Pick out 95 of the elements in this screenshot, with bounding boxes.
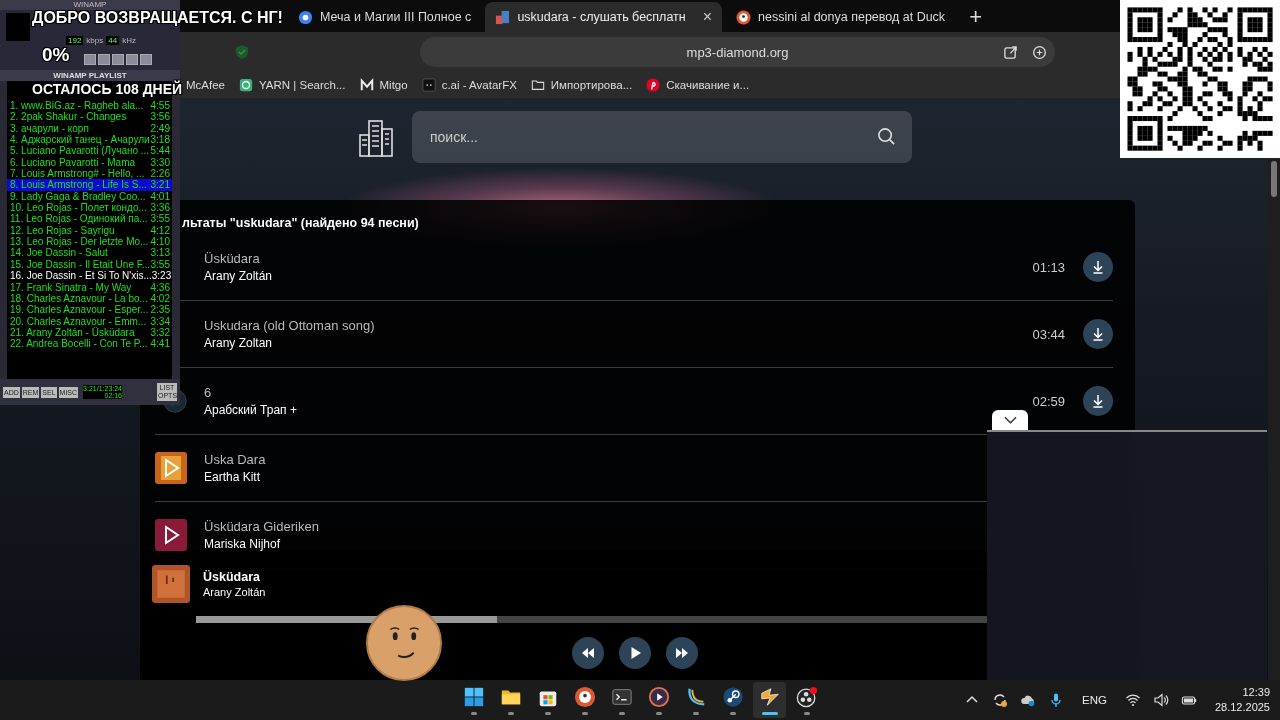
rewind-button[interactable]: [572, 637, 604, 669]
bookmark[interactable]: c.ai - AvatarFX: [421, 78, 517, 92]
playlist-item[interactable]: 22. Andrea Bocelli - Con Te P... 4:41: [7, 338, 172, 350]
playlist-item[interactable]: 4. Аджарский танец - Ачарули3:18: [7, 134, 172, 146]
playlist-title: WINAMP PLAYLIST: [0, 70, 180, 81]
playlist-item[interactable]: 18. Charles Aznavour - La bo... 4:02: [7, 292, 172, 305]
bookmark[interactable]: Mitgo: [359, 78, 408, 92]
letter-p-icon: [646, 78, 661, 92]
clock-date[interactable]: 28.12.2025: [1214, 700, 1270, 715]
chevron-down-icon: [1003, 416, 1017, 424]
track-artist: Arany Zoltán: [203, 586, 266, 598]
clock-time[interactable]: 12:39: [1242, 685, 1270, 700]
browser-tab[interactable]: uskudara - слушать бесплатн ×: [485, 2, 723, 32]
song-artist: Arany Zoltán: [204, 269, 273, 283]
results-heading: льтаты "uskudara" (найдено 94 песни): [182, 216, 419, 230]
wifi-icon[interactable]: [1124, 692, 1141, 708]
lightning-icon: [758, 685, 781, 708]
cover-art: [152, 565, 190, 603]
playlist-item[interactable]: 10. Leo Rojas - Полет кондо... 3:36: [7, 202, 172, 214]
playlist-item[interactable]: 7. Louis Armstrong# - Hello, ... 2:26: [7, 168, 172, 180]
bitrate-value: 192: [66, 36, 84, 45]
new-tab-button[interactable]: +: [969, 6, 982, 28]
song-title[interactable]: Üsküdara Gideriken: [204, 519, 319, 534]
dark-square-icon: [421, 78, 436, 92]
playlist-item[interactable]: 17. Frank Sinatra - My Way 4:36: [7, 281, 172, 293]
playlist-item[interactable]: 16. Joe Dassin - Et Si To N'xis...3:23: [7, 270, 172, 282]
folder-icon: [530, 78, 545, 92]
download-icon[interactable]: [1083, 386, 1113, 416]
cover-art[interactable]: [155, 519, 187, 551]
microphone-icon[interactable]: [1048, 692, 1064, 708]
visualizer-display: [6, 13, 30, 41]
language-indicator[interactable]: ENG: [1082, 694, 1107, 706]
greeting-overlay: ДОБРО ВОЗВРАЩАЕТСЯ. С НГ!: [32, 9, 283, 27]
song-title[interactable]: Üsküdara: [204, 251, 273, 266]
playlist-item[interactable]: 14. Joe Dassin - Salut 3:13: [7, 247, 172, 259]
playlist-item[interactable]: 21. Arany Zoltán - Üsküdara 3:32: [7, 326, 172, 339]
taskbar-app[interactable]: [753, 682, 786, 718]
playlist-item[interactable]: 5. Luciano Pavarotti (Лучано ...5:44: [7, 145, 172, 157]
window-title: WINAMP: [0, 0, 180, 10]
bitrate-unit: kbps: [86, 36, 104, 45]
playlist-item[interactable]: 15. Joe Dassin - Il Etait Une F...3:55: [7, 258, 172, 271]
play-button[interactable]: [619, 637, 651, 669]
playlist-item[interactable]: 11. Leo Rojas - Одинокий па... 3:55: [7, 213, 172, 225]
sample-rate-unit: kHz: [122, 36, 136, 45]
song-title[interactable]: Uska Dara: [204, 452, 266, 467]
browser-tab[interactable]: nessini al donya перевод at Duck: [726, 2, 956, 32]
bookmark[interactable]: YARN | Search...: [239, 78, 346, 92]
volume-icon[interactable]: [1152, 692, 1169, 708]
fast-forward-button[interactable]: [666, 637, 698, 669]
song-artist: Eartha Kitt: [204, 470, 262, 484]
buildings-logo-icon[interactable]: [358, 117, 394, 157]
shield-icon[interactable]: [234, 44, 250, 60]
song-title[interactable]: 6: [204, 385, 297, 400]
progress-bar[interactable]: [196, 616, 987, 623]
record-circle-icon: [795, 685, 818, 708]
percent-overlay: 0%: [42, 44, 70, 66]
song-artist: Arany Zoltan: [204, 336, 274, 350]
search-icon[interactable]: [877, 127, 896, 146]
collapse-tab[interactable]: [992, 410, 1028, 430]
track-title: Üsküdara: [203, 570, 261, 584]
play-circle-icon: [647, 685, 670, 708]
playlist-item[interactable]: 12. Leo Rojas - Sayrigu 4:12: [7, 224, 172, 237]
playlist-item[interactable]: 9. Lady Gaga & Bradley Coo... 4:01: [7, 190, 172, 203]
share-icon[interactable]: [1003, 44, 1018, 60]
letter-m-icon: [359, 78, 374, 92]
song-artist: Mariska Nijhof: [204, 537, 282, 551]
windows-logo-icon: [462, 685, 485, 708]
sample-rate-value: 44: [106, 36, 120, 45]
cover-art[interactable]: [155, 452, 187, 484]
bookmark[interactable]: Импортирова...: [530, 78, 633, 92]
close-tab-button[interactable]: ×: [702, 8, 713, 26]
playlist-item[interactable]: 19. Charles Aznavour - Esper... 2:35: [7, 304, 172, 316]
song-artist: Арабский Трап +: [204, 403, 297, 417]
browser-tab[interactable]: Меча и Магии III Полное с: [288, 2, 482, 32]
playlist-item[interactable]: 6. Luciano Pavarotti - Mama 3:30: [7, 156, 172, 169]
scrollbar[interactable]: [1268, 159, 1280, 680]
bookmark[interactable]: McAfee: [186, 79, 225, 91]
song-title[interactable]: Uskudara (old Ottoman song): [204, 318, 375, 333]
playlist-item[interactable]: 20. Charles Aznavour - Emm... 3:34: [7, 315, 172, 327]
address-bar[interactable]: mp3-diamond.org: [420, 37, 1055, 67]
song-duration: 01:13: [1032, 259, 1065, 275]
download-icon[interactable]: [1083, 252, 1113, 282]
song-duration: 03:44: [1032, 326, 1065, 342]
download-icon[interactable]: [1083, 319, 1113, 349]
playlist-item[interactable]: 3. ачарули - корп 2:49: [7, 122, 172, 135]
song-duration: 02:59: [1032, 393, 1065, 409]
playlist-item[interactable]: 13. Leo Rojas - Der letzte Mo... 4:10: [7, 236, 172, 248]
steam-icon: [721, 685, 744, 708]
playlist-item[interactable]: 2. 2pak Shakur - Changes 3:56: [7, 111, 172, 123]
playlist-item[interactable]: 8. Louis Armstrong - Life Is S... 3:21: [7, 179, 172, 191]
chat-bubble-icon: [239, 78, 253, 92]
countdown-overlay: ОСТАЛОСЬ 108 ДНЕЙ: [32, 81, 183, 97]
sync-icon[interactable]: [992, 692, 1008, 708]
bookmark[interactable]: Скачивание и...: [646, 78, 750, 92]
playlist-item[interactable]: 1. www.BiG.az - Ragheb ala... 4:55: [7, 100, 172, 112]
